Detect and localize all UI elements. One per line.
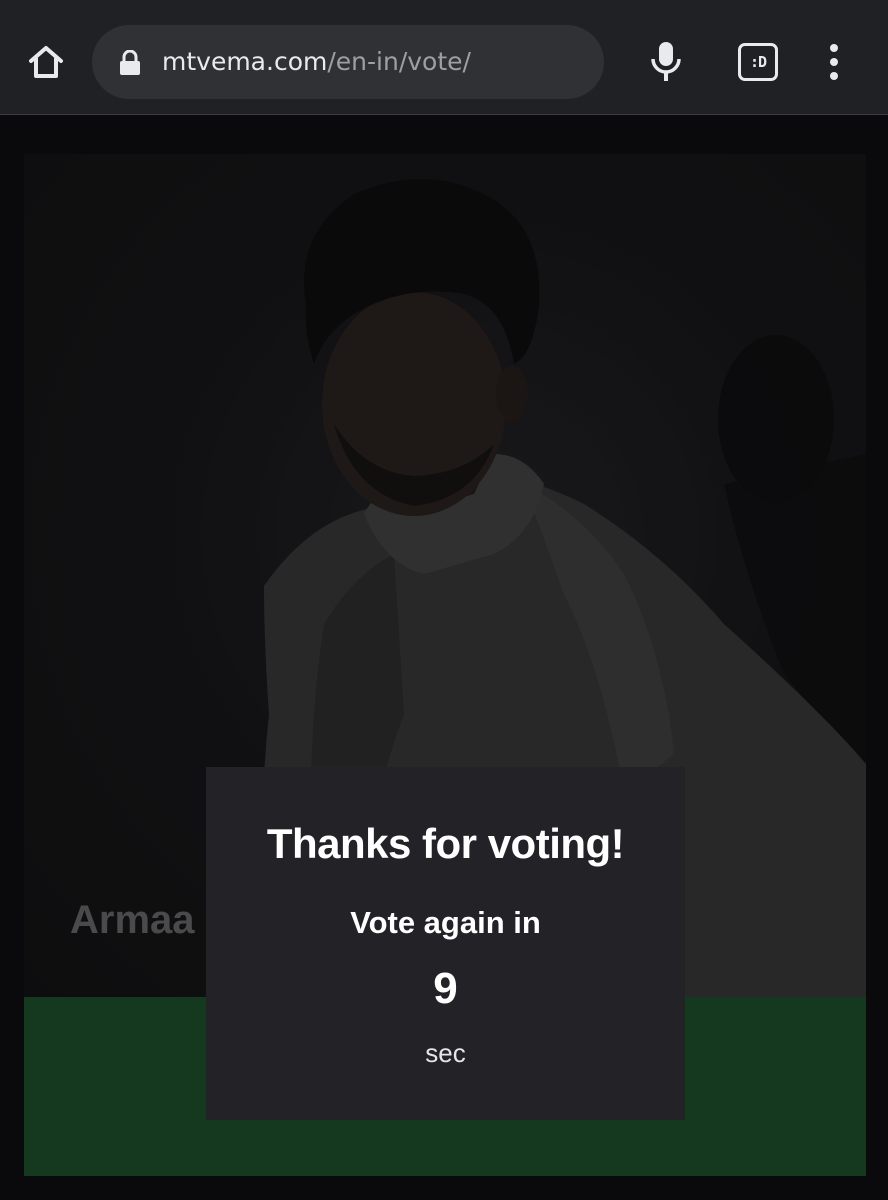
url-path: /en-in/vote/: [327, 47, 471, 76]
modal-title: Thanks for voting!: [266, 820, 625, 867]
modal-subtitle: Vote again in: [350, 905, 541, 940]
menu-dot: [830, 58, 838, 66]
tab-switcher-button[interactable]: :D: [738, 43, 778, 81]
countdown-value: 9: [433, 964, 458, 1013]
url-text[interactable]: mtvema.com/en-in/vote/: [162, 46, 471, 78]
menu-dot: [830, 44, 838, 52]
home-icon: [29, 46, 63, 78]
home-button[interactable]: [24, 40, 68, 84]
nominee-name: Armaa: [70, 898, 195, 942]
tab-switcher-label: :D: [749, 53, 767, 71]
browser-toolbar: mtvema.com/en-in/vote/ :D: [0, 0, 888, 115]
menu-dot: [830, 72, 838, 80]
more-options-button[interactable]: [816, 40, 852, 84]
vote-confirmation-modal: Thanks for voting! Vote again in 9 sec: [206, 767, 685, 1120]
lock-icon: [120, 50, 140, 75]
address-bar[interactable]: mtvema.com/en-in/vote/: [92, 25, 604, 99]
mic-icon: [651, 42, 681, 81]
url-host: mtvema.com: [162, 47, 328, 76]
countdown-unit: sec: [425, 1038, 466, 1068]
voice-search-button[interactable]: [644, 36, 688, 88]
